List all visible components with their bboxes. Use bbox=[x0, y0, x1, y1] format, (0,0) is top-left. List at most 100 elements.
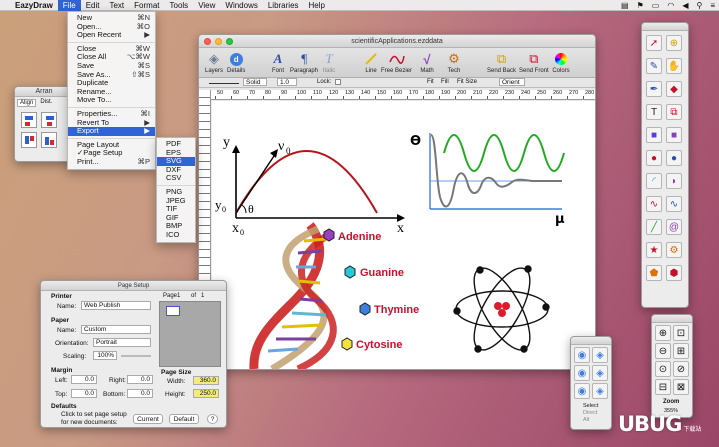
gear-tool-icon[interactable]: ⚙ bbox=[666, 242, 682, 258]
fill-button[interactable]: Fill bbox=[441, 79, 449, 85]
drawing-canvas[interactable]: y ν 0 y 0 θ x 0 x ϴ μ Adenine Guanine Th… bbox=[212, 101, 595, 369]
fit-button[interactable]: Fit bbox=[427, 79, 434, 85]
lock-checkbox[interactable] bbox=[335, 79, 341, 85]
paper-select[interactable]: Custom bbox=[81, 325, 151, 334]
menu-format[interactable]: Format bbox=[129, 0, 164, 11]
arc-icon[interactable]: ◜ bbox=[646, 173, 662, 189]
wave-tool-icon[interactable]: ∿ bbox=[666, 196, 682, 212]
zoom-width-icon[interactable]: ⊟ bbox=[655, 379, 671, 395]
app-menu[interactable]: EazyDraw bbox=[10, 0, 58, 11]
file-menu-item[interactable]: Export ▶ bbox=[68, 126, 155, 136]
spiral-icon[interactable]: @ bbox=[666, 219, 682, 235]
help-button[interactable]: ? bbox=[207, 414, 218, 424]
select-tool-1[interactable]: ◉ bbox=[574, 347, 590, 363]
volume-icon[interactable]: ◀ bbox=[682, 0, 688, 11]
zoom-area-icon[interactable]: ⊡ bbox=[673, 325, 689, 341]
rectangle-icon[interactable]: ■ bbox=[646, 127, 662, 143]
atom-diagram[interactable] bbox=[453, 260, 550, 358]
toolbar-tech[interactable]: ⚙ Tech bbox=[445, 50, 463, 74]
stroke-line[interactable] bbox=[209, 83, 239, 84]
text-frame-icon[interactable]: ⧉ bbox=[666, 104, 682, 120]
toolbar-send-back[interactable]: ⧉ Send Back bbox=[487, 50, 516, 74]
left-field[interactable]: 0.0 bbox=[71, 375, 97, 384]
select-tool-4[interactable]: ◈ bbox=[592, 365, 608, 381]
pen-icon[interactable]: ✒ bbox=[646, 81, 662, 97]
toolbar-paragraph[interactable]: ¶ Paragraph bbox=[290, 50, 318, 74]
toolbar-details[interactable]: d Details bbox=[227, 50, 245, 74]
zoom-button[interactable] bbox=[226, 38, 233, 45]
menu-windows[interactable]: Windows bbox=[220, 0, 262, 11]
display-icon[interactable]: ▭ bbox=[652, 0, 660, 11]
align-bottom-icon[interactable] bbox=[41, 132, 57, 148]
align-top-icon[interactable] bbox=[21, 132, 37, 148]
bottom-field[interactable]: 0.0 bbox=[127, 389, 153, 398]
oval-icon[interactable]: ● bbox=[666, 150, 682, 166]
line-tool-icon[interactable]: ╱ bbox=[646, 219, 662, 235]
tab-align[interactable]: Align bbox=[17, 99, 37, 107]
crescent-icon[interactable]: ◗ bbox=[666, 173, 682, 189]
pentagon-icon[interactable]: ⬟ bbox=[646, 265, 662, 281]
polygon-icon[interactable]: ⬢ bbox=[666, 265, 682, 281]
export-menu-item[interactable]: CSV bbox=[157, 174, 195, 183]
dna-diagram[interactable] bbox=[249, 222, 337, 369]
file-menu-item[interactable]: Open Recent ▶ bbox=[68, 30, 155, 40]
toolbar-italic[interactable]: T Italic bbox=[320, 50, 338, 74]
menu-libraries[interactable]: Libraries bbox=[263, 0, 304, 11]
zoom-in-icon[interactable]: ⊕ bbox=[655, 325, 671, 341]
wave-diagram[interactable] bbox=[429, 133, 565, 210]
zoom-height-icon[interactable]: ⊠ bbox=[673, 379, 689, 395]
hand-icon[interactable]: ✋ bbox=[666, 58, 682, 74]
menu-text[interactable]: Text bbox=[104, 0, 129, 11]
select-tool-3[interactable]: ◉ bbox=[574, 365, 590, 381]
top-field[interactable]: 0.0 bbox=[71, 389, 97, 398]
square-icon[interactable]: ■ bbox=[666, 127, 682, 143]
export-menu-item[interactable]: ICO bbox=[157, 230, 195, 240]
tab-distribute[interactable]: Dist. bbox=[38, 99, 54, 107]
select-option-select[interactable]: Select bbox=[583, 403, 598, 409]
stroke-style[interactable]: Solid bbox=[243, 78, 267, 86]
curve-icon[interactable]: ∿ bbox=[646, 196, 662, 212]
select-arrow-icon[interactable]: ➚ bbox=[646, 35, 662, 51]
paint-icon[interactable]: ◆ bbox=[666, 81, 682, 97]
search-icon[interactable]: ⚲ bbox=[696, 0, 702, 11]
current-button[interactable]: Current bbox=[133, 414, 163, 424]
select-tool-6[interactable]: ◈ bbox=[592, 383, 608, 399]
align-center-icon[interactable] bbox=[41, 112, 57, 128]
flag-icon[interactable]: ⚑ bbox=[637, 0, 644, 11]
file-menu-item[interactable]: Print... ⌘P bbox=[68, 157, 155, 167]
select-option-alt[interactable]: Alt bbox=[583, 417, 589, 423]
zoom-fit-icon[interactable]: ⊞ bbox=[673, 343, 689, 359]
scaling-slider[interactable] bbox=[121, 355, 151, 357]
text-tool-icon[interactable]: T bbox=[646, 104, 662, 120]
orientation-select[interactable]: Portrait bbox=[93, 338, 151, 347]
height-field[interactable]: 250.0 bbox=[193, 389, 219, 398]
wifi-icon[interactable]: ◠ bbox=[667, 0, 674, 11]
select-tool-2[interactable]: ◈ bbox=[592, 347, 608, 363]
toolbar-line[interactable]: Line bbox=[362, 50, 380, 74]
fit-size-button[interactable]: Fit Size bbox=[457, 79, 477, 85]
orient-select[interactable]: Orient bbox=[499, 78, 525, 86]
list-icon[interactable]: ≡ bbox=[710, 0, 715, 11]
menu-help[interactable]: Help bbox=[304, 0, 330, 11]
zoom-tool-icon[interactable]: ⊕ bbox=[666, 35, 682, 51]
select-option-direct[interactable]: Direct bbox=[583, 410, 597, 416]
file-menu-item[interactable]: Move To... bbox=[68, 96, 155, 105]
toolbar-colors[interactable]: Colors bbox=[552, 50, 570, 74]
right-field[interactable]: 0.0 bbox=[127, 375, 153, 384]
toolbar-send-front[interactable]: ⧉ Send Front bbox=[519, 50, 549, 74]
page-thumbnail[interactable] bbox=[166, 306, 180, 316]
menu-file[interactable]: File bbox=[57, 0, 81, 11]
menu-tools[interactable]: Tools bbox=[165, 0, 194, 11]
projectile-diagram[interactable] bbox=[232, 145, 405, 222]
circle-icon[interactable]: ● bbox=[646, 150, 662, 166]
menu-view[interactable]: View bbox=[193, 0, 220, 11]
align-left-icon[interactable] bbox=[21, 112, 37, 128]
default-button[interactable]: Default bbox=[169, 414, 199, 424]
toolbar-layers[interactable]: ◈ Layers bbox=[205, 50, 223, 74]
toolbar-math[interactable]: √ Math bbox=[418, 50, 436, 75]
stroke-width[interactable]: 1.0 bbox=[277, 78, 297, 86]
printer-select[interactable]: Web Publish bbox=[81, 301, 151, 310]
toolbar-free-bezier[interactable]: Free Bezier bbox=[381, 50, 412, 74]
close-button[interactable] bbox=[204, 38, 211, 45]
minimize-button[interactable] bbox=[215, 38, 222, 45]
